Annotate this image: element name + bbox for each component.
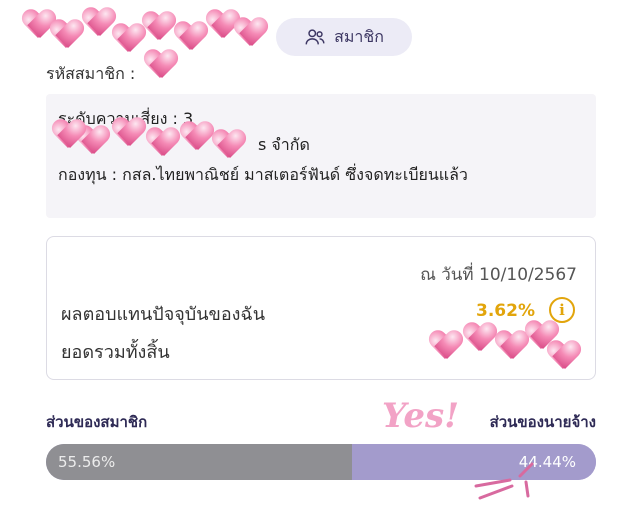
heart-stickers [429, 317, 589, 377]
heart-sticker-icon [463, 323, 497, 353]
fund-info-box: ระดับความเสี่ยง : 3 s จำกัด กองทุน : กสล… [46, 94, 596, 218]
heart-sticker-icon [212, 130, 246, 160]
current-return-label: ผลตอบแทนปัจจุบันของฉัน [61, 304, 265, 325]
employer-share-label: ส่วนของนายจ้าง [489, 413, 596, 431]
heart-sticker-icon [112, 24, 146, 54]
heart-sticker-icon [174, 22, 208, 52]
as-of-date: ณ วันที่ 10/10/2567 [420, 265, 577, 285]
people-icon [305, 29, 325, 45]
member-share-label: ส่วนของสมาชิก [46, 413, 148, 431]
member-id-label: รหัสสมาชิก : [46, 64, 136, 83]
heart-sticker-icon [50, 20, 84, 50]
heart-sticker-icon [142, 12, 176, 42]
member-share-segment: 55.56% [46, 444, 352, 480]
arrow-doodle-icon [474, 462, 534, 500]
heart-sticker-icon [547, 341, 581, 371]
heart-sticker-icon [234, 18, 268, 48]
member-button[interactable]: สมาชิก [276, 18, 412, 56]
heart-sticker-icon [429, 331, 463, 361]
heart-sticker-icon [146, 128, 180, 158]
handwritten-note: Yes! [382, 396, 460, 436]
heart-sticker-icon [144, 50, 178, 80]
heart-sticker-icon [52, 120, 86, 150]
heart-sticker-icon [495, 331, 529, 361]
return-card: ณ วันที่ 10/10/2567 ผลตอบแทนปัจจุบันของฉ… [46, 236, 596, 380]
heart-sticker-icon [180, 122, 214, 152]
fund-name-text: กองทุน : กสล.ไทยพาณิชย์ มาสเตอร์ฟันด์ ซึ… [58, 165, 468, 184]
heart-sticker-icon [112, 118, 146, 148]
total-label: ยอดรวมทั้งสิ้น [61, 342, 170, 363]
member-button-label: สมาชิก [334, 26, 384, 46]
